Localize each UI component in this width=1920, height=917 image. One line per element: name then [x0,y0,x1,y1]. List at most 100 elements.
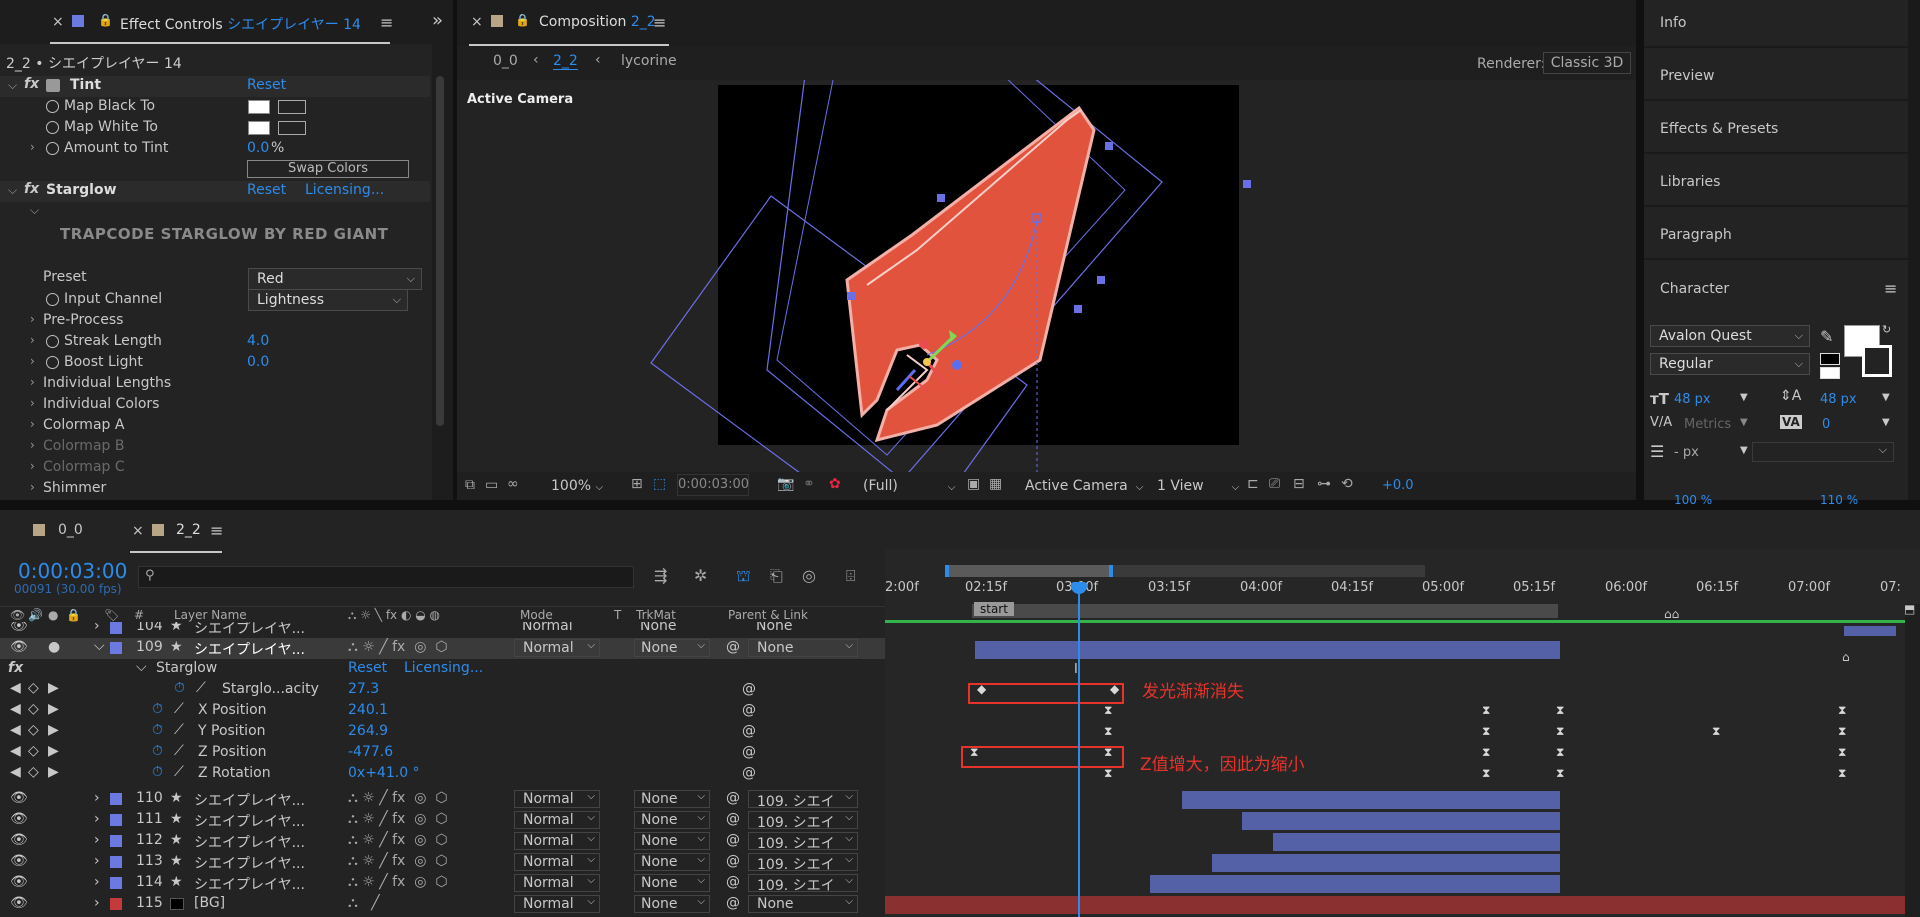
stopwatch-icon[interactable] [46,335,59,348]
expand-chevron-icon[interactable]: › [94,853,100,869]
expression-pickwhip-icon[interactable]: @ [742,681,756,697]
pickwhip-icon[interactable]: @ [726,811,740,827]
view-layout-dropdown[interactable]: 1 View ⌵ [1157,478,1239,494]
expression-pickwhip-icon[interactable]: @ [742,723,756,739]
layer-switches-icons[interactable]: ⛬ ☼ ╱ fx ◎ ⬡ [348,832,448,848]
eye-icon[interactable]: 👁 [10,811,28,827]
stopwatch-icon[interactable] [46,142,59,155]
close-tab-icon[interactable]: × [52,14,64,30]
layer-bar-109[interactable] [975,641,1560,659]
stopwatch-icon[interactable]: ⏱ [152,743,163,759]
layer-mode[interactable]: Normal ⌵ [514,639,600,657]
pickwhip-icon[interactable]: @ [726,853,740,869]
tracking-value[interactable]: 0 [1822,417,1830,432]
panel-divider[interactable] [0,500,1920,510]
boost-light-value[interactable]: 0.0 [247,354,269,370]
eyedropper-icon[interactable] [278,121,306,135]
collapse-chevron-icon[interactable]: ⌵ [136,659,147,675]
expand-chevron-icon[interactable]: › [94,790,100,806]
eye-icon[interactable]: 👁 [10,790,28,806]
vertical-scale-value[interactable]: 100 % [1674,493,1712,507]
eye-icon[interactable]: 👁 [10,608,25,622]
expand-chevron-icon[interactable]: › [30,396,35,410]
show-snapshot-icon[interactable]: ⚭ [803,476,815,492]
exposure-value[interactable]: +0.0 [1382,478,1414,493]
no-stroke-icon[interactable] [1820,353,1840,365]
motion-blur-icon[interactable]: ◎ [802,566,816,585]
monitor-icon[interactable]: ▭ [485,477,498,493]
streak-length-value[interactable]: 4.0 [247,333,269,349]
keyframe[interactable]: ⧗ [1482,703,1490,718]
expand-chevron-icon[interactable]: › [94,874,100,890]
starglow-reset-button[interactable]: Reset [247,182,286,198]
preview-section[interactable]: Preview [1644,53,1908,101]
kerning-value[interactable]: Metrics [1684,417,1731,432]
transparency-grid-icon[interactable]: ▦ [989,476,1002,492]
starglow-reset-button[interactable]: Reset [348,660,387,676]
layer-label-color[interactable] [110,814,122,826]
keyframe[interactable]: ⧗ [1712,724,1720,739]
layer-bar-115-bg[interactable] [885,896,1905,914]
keyframe[interactable]: ⧗ [1482,766,1490,781]
keyframe[interactable]: ⧗ [1104,703,1112,718]
layer-label-color[interactable] [110,856,122,868]
eye-icon[interactable]: 👁 [10,832,28,848]
font-family-dropdown[interactable]: Avalon Quest ⌵ [1650,325,1810,347]
graph-icon[interactable]: ⟋ [174,743,184,759]
prev-keyframe-icon[interactable]: ◀ [10,722,21,738]
layer-mode[interactable]: Normal [522,622,573,634]
keyframe[interactable]: ⧗ [1104,766,1112,781]
expand-chevron-icon[interactable]: › [30,354,35,368]
next-keyframe-icon[interactable]: ▶ [48,701,59,717]
map-black-color-swatch[interactable] [248,100,270,114]
playhead-line[interactable] [1078,582,1080,917]
layer-label-color[interactable] [110,622,122,634]
layer-label-color[interactable] [110,642,122,654]
horizontal-scale-value[interactable]: 110 % [1820,493,1858,507]
layer-parent[interactable]: 109. シエイ ⌵ [748,874,858,892]
keyframe[interactable]: ⧗ [1104,724,1112,739]
layer-trkmat[interactable]: None ⌵ [634,811,710,829]
next-keyframe-icon[interactable]: ▶ [48,743,59,759]
keyframe[interactable]: ⧗ [1556,745,1564,760]
solo-icon[interactable]: ● [48,608,58,622]
pickwhip-icon[interactable]: @ [726,639,740,655]
colormap-a-row[interactable]: › Colormap A [0,416,430,437]
expression-pickwhip-icon[interactable]: @ [742,744,756,760]
layer-switches-icons[interactable]: ⛬ ☼ ╱ fx ◎ ⬡ [348,874,448,890]
no-fill-icon[interactable] [1820,367,1840,379]
fx-icon[interactable]: fx [24,76,39,92]
stopwatch-icon[interactable] [46,293,59,306]
tint-reset-button[interactable]: Reset [247,77,286,93]
layer-row-109[interactable]: 👁 ● ⌵ 109 ★ シエイプレイヤ... ⛬ ☼ ╱ fx ◎ ⬡ Norm… [0,638,885,659]
graph-icon[interactable]: ⟋ [174,764,184,780]
renderer-button[interactable]: Classic 3D [1543,52,1631,74]
pickwhip-icon[interactable]: @ [726,832,740,848]
label-icon[interactable]: 🏷 [104,608,119,622]
layer-name[interactable]: シエイプレイヤ... [194,853,305,873]
layer-name[interactable]: シエイプレイヤ... [194,639,305,659]
stroke-color-swatch[interactable] [1862,345,1892,377]
shimmer-row[interactable]: › Shimmer [0,479,430,500]
lock-icon[interactable]: 🔒 [98,13,113,27]
expand-chevron-icon[interactable]: › [30,438,35,452]
graph-icon[interactable]: ⟋ [174,722,184,738]
composition-tab-title[interactable]: Composition 2_2 [539,14,656,30]
zoom-dropdown[interactable]: 100% ⌵ [551,478,603,494]
prev-keyframe-icon[interactable]: ◀ [10,701,21,717]
marker-icon[interactable]: ⌂⌂ [1664,607,1679,621]
layer-parent[interactable]: 109. シエイ ⌵ [748,790,858,808]
flowchart-icon[interactable]: ⊶ [1317,476,1331,492]
add-keyframe-icon[interactable]: ◇ [28,701,39,717]
layer-parent[interactable]: None ⌵ [748,639,858,657]
layer-row-114[interactable]: 👁 › 114 ★ シエイプレイヤ... ⛬ ☼ ╱ fx ◎ ⬡ Normal ⌵ None ⌵… [0,873,885,894]
chevron-down-icon[interactable]: ▼ [1740,445,1748,456]
chevron-down-icon[interactable]: ▼ [1740,392,1748,403]
current-timecode[interactable]: 0:00:03:00 [18,559,127,583]
panel-menu-icon[interactable]: ≡ [1884,279,1897,298]
expand-chevron-icon[interactable]: › [94,811,100,827]
camera-snapshot-icon[interactable]: 📷 [777,476,794,492]
property-row-z-position[interactable]: ◀ ◇ ▶ ⏱ ⟋ Z Position -477.6 @ [0,743,885,764]
draft-3d-icon[interactable]: ✲ [694,566,707,585]
timeline-icon[interactable]: ⊟ [1293,476,1305,492]
